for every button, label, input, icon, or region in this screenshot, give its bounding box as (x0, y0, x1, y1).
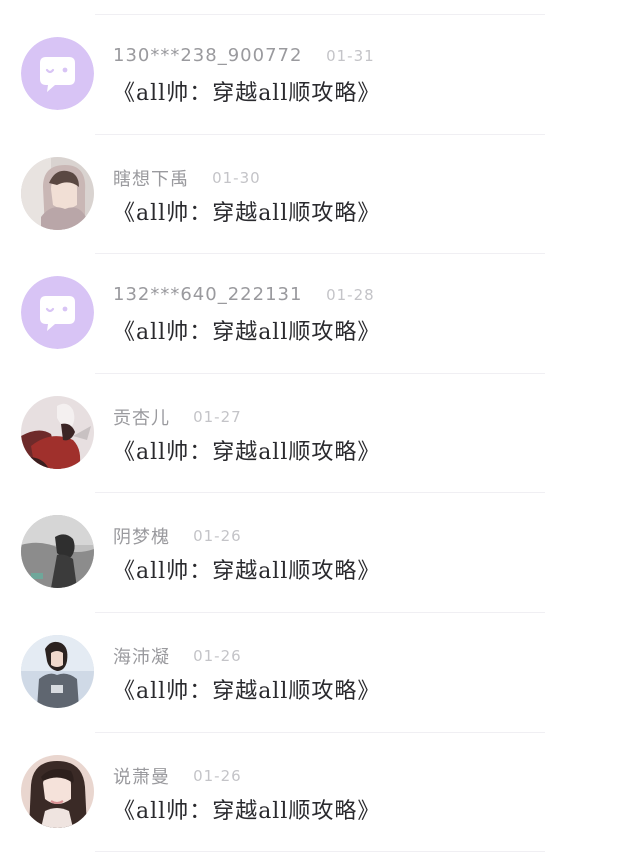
comment-meta: 说萧曼 01-26 (113, 763, 242, 789)
comment-text[interactable]: 《all帅：穿越all顺攻略》 (113, 314, 380, 346)
comment-item[interactable]: 说萧曼 01-26 《all帅：穿越all顺攻略》 (0, 733, 640, 853)
comment-item[interactable]: 瞎想下禹 01-30 《all帅：穿越all顺攻略》 (0, 135, 640, 255)
comment-meta: 瞎想下禹 01-30 (113, 165, 261, 191)
comment-date: 01-26 (193, 646, 242, 665)
comment-text[interactable]: 《all帅：穿越all顺攻略》 (113, 434, 380, 466)
comment-text[interactable]: 《all帅：穿越all顺攻略》 (113, 673, 380, 705)
commenter-name[interactable]: 阴梦槐 (113, 523, 170, 549)
comment-text[interactable]: 《all帅：穿越all顺攻略》 (113, 793, 380, 825)
avatar[interactable] (21, 634, 94, 708)
commenter-name[interactable]: 130***238_9007728... (113, 45, 303, 66)
avatar[interactable] (21, 515, 94, 589)
comment-item[interactable]: 阴梦槐 01-26 《all帅：穿越all顺攻略》 (0, 493, 640, 613)
comment-text[interactable]: 《all帅：穿越all顺攻略》 (113, 553, 380, 585)
comment-list: 130***238_9007728... 01-31 《all帅：穿越all顺攻… (0, 15, 640, 853)
comment-item[interactable]: 130***238_9007728... 01-31 《all帅：穿越all顺攻… (0, 15, 640, 135)
avatar[interactable] (21, 395, 94, 469)
comment-text[interactable]: 《all帅：穿越all顺攻略》 (113, 195, 380, 227)
comment-text[interactable]: 《all帅：穿越all顺攻略》 (113, 75, 380, 107)
comment-meta: 海沛凝 01-26 (113, 643, 242, 669)
comment-meta: 130***238_9007728... 01-31 (113, 45, 375, 69)
comment-date: 01-28 (326, 285, 375, 304)
comment-meta: 贡杏儿 01-27 (113, 404, 242, 430)
chat-bubble-icon[interactable] (21, 276, 94, 350)
comment-item[interactable]: 132***640_2221314... 01-28 《all帅：穿越all顺攻… (0, 254, 640, 374)
avatar[interactable] (21, 156, 94, 230)
comment-item[interactable]: 贡杏儿 01-27 《all帅：穿越all顺攻略》 (0, 374, 640, 494)
commenter-name[interactable]: 132***640_2221314... (113, 284, 303, 305)
comment-meta: 132***640_2221314... 01-28 (113, 284, 375, 308)
chat-bubble-icon[interactable] (21, 37, 94, 110)
commenter-name[interactable]: 海沛凝 (113, 643, 170, 669)
comment-meta: 阴梦槐 01-26 (113, 523, 242, 549)
comment-date: 01-30 (212, 168, 261, 187)
comment-date: 01-31 (326, 46, 375, 65)
commenter-name[interactable]: 贡杏儿 (113, 404, 170, 430)
comment-date: 01-26 (193, 527, 242, 546)
item-divider (95, 851, 545, 853)
comment-item[interactable]: 海沛凝 01-26 《all帅：穿越all顺攻略》 (0, 613, 640, 733)
commenter-name[interactable]: 说萧曼 (113, 763, 170, 789)
avatar[interactable] (21, 754, 94, 828)
comment-date: 01-27 (193, 407, 242, 426)
comment-date: 01-26 (193, 766, 242, 785)
commenter-name[interactable]: 瞎想下禹 (113, 165, 189, 191)
